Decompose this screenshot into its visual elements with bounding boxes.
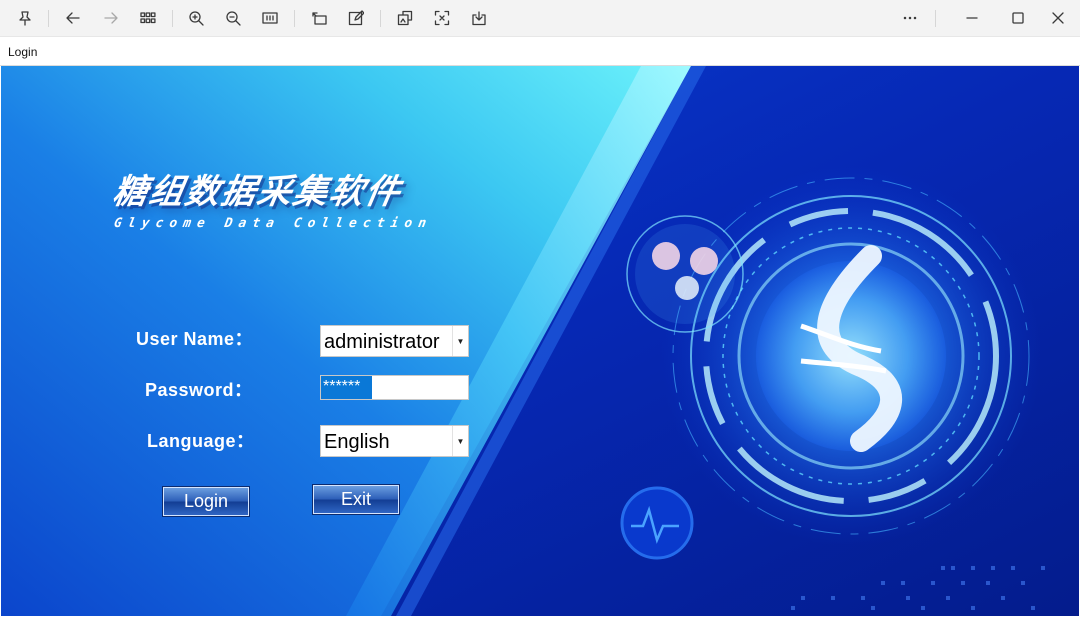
rotate-icon[interactable]: [307, 7, 331, 29]
user-name-label: User Name：: [136, 329, 254, 349]
more-icon[interactable]: [898, 7, 922, 29]
toolbar-divider: [48, 10, 49, 27]
edit-icon[interactable]: [344, 7, 368, 29]
login-button[interactable]: Login: [163, 487, 249, 516]
back-arrow-icon[interactable]: [61, 7, 85, 29]
user-name-select[interactable]: administrator ▼: [320, 325, 469, 357]
zoom-in-icon[interactable]: [184, 7, 208, 29]
fit-window-icon[interactable]: [258, 7, 282, 29]
chevron-down-icon[interactable]: ▼: [452, 326, 468, 356]
password-label: Password：: [145, 380, 253, 400]
app-title-english: Glycome Data Collection: [112, 216, 434, 231]
language-select[interactable]: English ▼: [320, 425, 469, 457]
password-input[interactable]: ******: [320, 375, 469, 400]
toolbar-divider: [935, 10, 936, 27]
window-title: Login: [8, 45, 38, 59]
toolbar-divider: [172, 10, 173, 27]
app-title-chinese: 糖组数据采集软件: [109, 172, 405, 212]
app-title-bar: Login: [0, 37, 1080, 66]
minimize-icon[interactable]: [960, 7, 984, 29]
zoom-out-icon[interactable]: [221, 7, 245, 29]
viewer-toolbar: [0, 0, 1080, 37]
toolbar-divider: [380, 10, 381, 27]
language-label: Language：: [147, 431, 255, 451]
login-panel: 糖组数据采集软件 Glycome Data Collection User Na…: [1, 66, 1079, 616]
exit-button[interactable]: Exit: [313, 485, 399, 514]
gallery-grid-icon[interactable]: [136, 7, 160, 29]
toolbar-divider: [294, 10, 295, 27]
close-icon[interactable]: [1046, 7, 1070, 29]
pin-icon[interactable]: [13, 7, 37, 29]
enhance-icon[interactable]: [393, 7, 417, 29]
crop-icon[interactable]: [430, 7, 454, 29]
language-value: English: [324, 431, 390, 453]
chevron-down-icon[interactable]: ▼: [452, 426, 468, 456]
forward-arrow-icon[interactable]: [99, 7, 123, 29]
save-icon[interactable]: [467, 7, 491, 29]
maximize-icon[interactable]: [1006, 7, 1030, 29]
password-value: ******: [321, 376, 372, 399]
user-name-value: administrator: [324, 331, 440, 353]
